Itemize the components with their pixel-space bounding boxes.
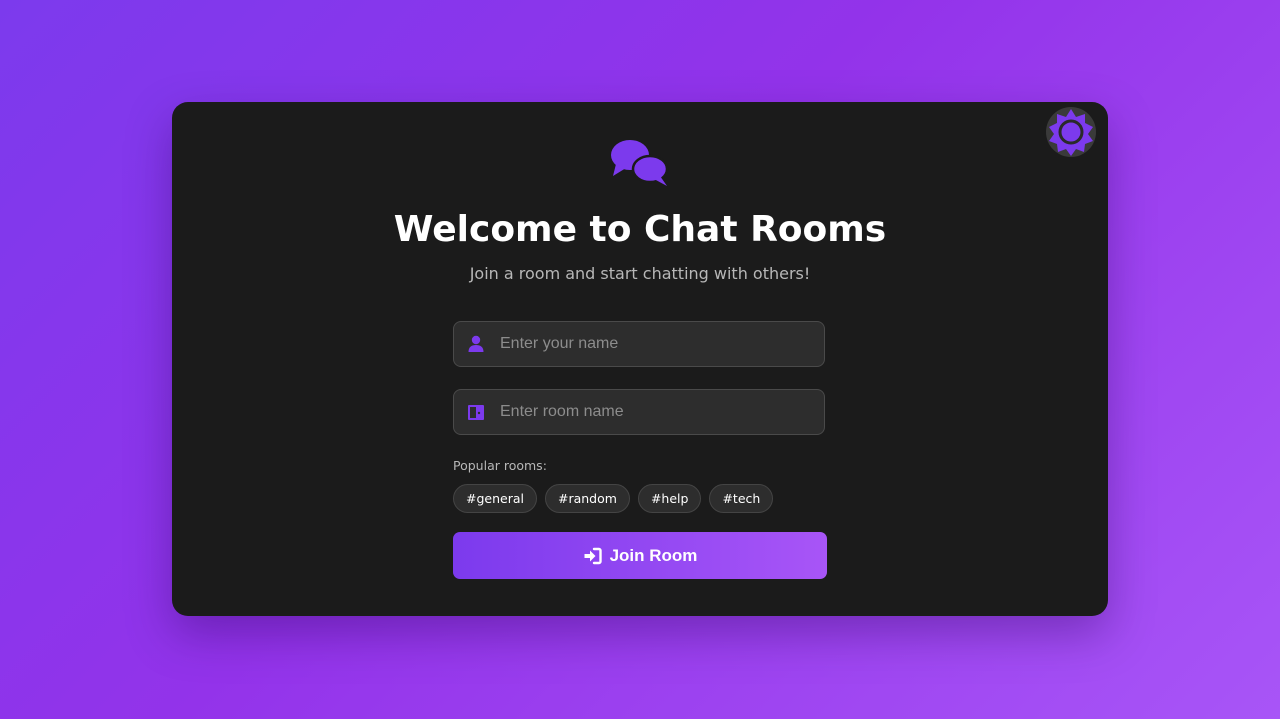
room-chip-general[interactable]: #general bbox=[453, 484, 537, 513]
room-field[interactable] bbox=[453, 389, 825, 435]
chat-bubbles-icon bbox=[611, 140, 669, 186]
login-card: Welcome to Chat Rooms Join a room and st… bbox=[172, 102, 1108, 616]
popular-rooms-label: Popular rooms: bbox=[453, 458, 547, 473]
name-input[interactable] bbox=[500, 322, 810, 365]
join-room-button[interactable]: Join Room bbox=[453, 532, 827, 579]
room-chip-random[interactable]: #random bbox=[544, 484, 630, 513]
sign-in-icon bbox=[584, 547, 602, 564]
room-chip-tech[interactable]: #tech bbox=[709, 484, 774, 513]
sun-icon bbox=[1049, 109, 1093, 156]
join-room-label: Join Room bbox=[609, 545, 698, 565]
user-icon bbox=[468, 335, 484, 352]
room-input[interactable] bbox=[500, 390, 810, 433]
name-field[interactable] bbox=[453, 321, 825, 367]
page-subtitle: Join a room and start chatting with othe… bbox=[469, 264, 811, 283]
door-icon bbox=[468, 405, 484, 420]
page-title: Welcome to Chat Rooms bbox=[393, 209, 887, 250]
room-chip-help[interactable]: #help bbox=[637, 484, 702, 513]
popular-rooms-list: #general #random #help #tech bbox=[453, 484, 774, 513]
theme-toggle-button[interactable] bbox=[1046, 107, 1096, 157]
